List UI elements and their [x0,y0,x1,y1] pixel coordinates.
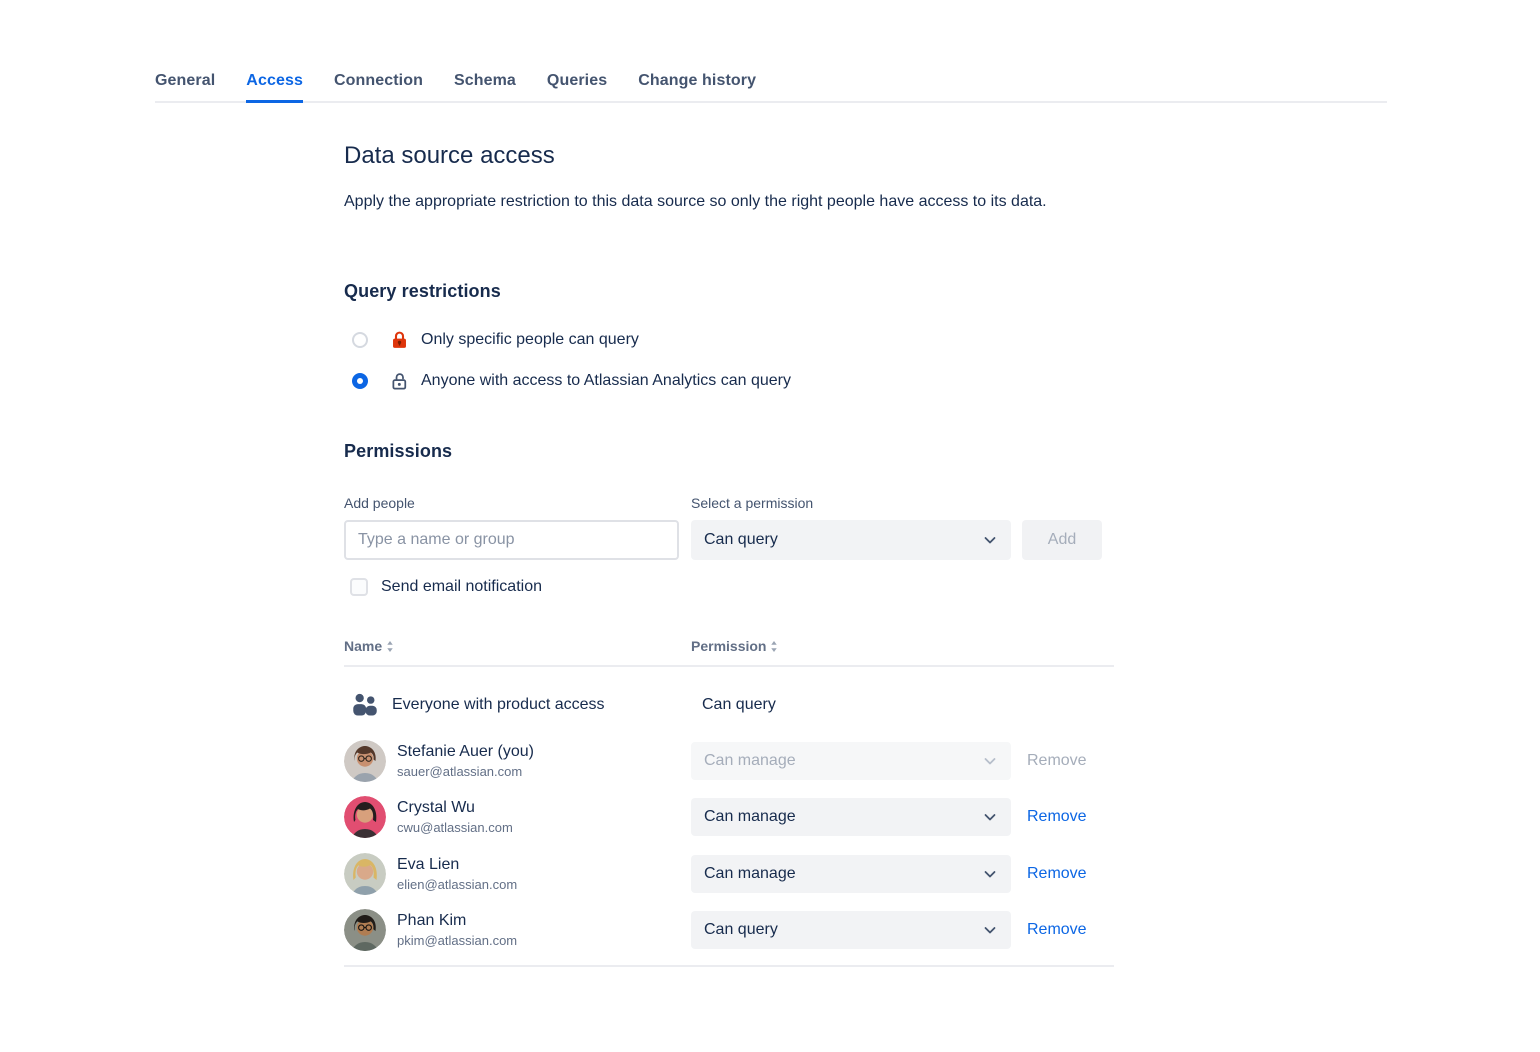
row-permission-select[interactable]: Can manage [691,798,1011,836]
tab-change-history[interactable]: Change history [638,72,756,101]
table-row-member: Phan Kim pkim@atlassian.com Can query Re… [344,908,1114,952]
table-bottom-divider [344,965,1114,967]
add-people-label: Add people [344,495,415,511]
row-permission-value: Can query [704,921,778,939]
column-header-permission-label: Permission [691,638,766,654]
restriction-option-label: Only specific people can query [421,331,639,349]
select-permission-label: Select a permission [691,495,813,511]
chevron-down-icon [982,809,998,825]
sort-icon[interactable] [386,640,394,653]
member-email: pkim@atlassian.com [397,933,517,948]
sort-icon[interactable] [770,640,778,653]
tab-general[interactable]: General [155,72,215,101]
tab-schema[interactable]: Schema [454,72,516,101]
column-header-name[interactable]: Name [344,638,394,654]
row-permission-select[interactable]: Can manage [691,855,1011,893]
tab-connection[interactable]: Connection [334,72,423,101]
row-permission-value: Can manage [704,752,796,770]
row-permission-select[interactable]: Can query [691,911,1011,949]
add-people-input[interactable] [344,520,679,560]
table-header: Name Permission [344,638,1114,667]
settings-tabbar: General Access Connection Schema Queries… [155,72,1387,103]
avatar [344,740,386,782]
member-email: cwu@atlassian.com [397,820,513,835]
chevron-down-icon [982,866,998,882]
radio-unselected[interactable] [352,332,368,348]
send-email-option[interactable]: Send email notification [350,577,542,597]
member-name: Stefanie Auer (you) [397,743,534,761]
restriction-option-specific-people[interactable]: Only specific people can query [352,329,639,351]
member-permission: Can query [702,696,776,714]
page-description: Apply the appropriate restriction to thi… [344,189,1104,214]
radio-selected[interactable] [352,373,368,389]
people-group-icon [349,689,381,721]
column-header-permission[interactable]: Permission [691,638,778,654]
chevron-down-icon [982,753,998,769]
avatar [344,853,386,895]
remove-link[interactable]: Remove [1027,865,1087,883]
chevron-down-icon [982,922,998,938]
row-permission-value: Can manage [704,808,796,826]
remove-link[interactable]: Remove [1027,808,1087,826]
remove-link[interactable]: Remove [1027,921,1087,939]
lock-closed-icon [389,330,410,351]
member-name: Everyone with product access [392,696,605,714]
member-name: Crystal Wu [397,799,513,817]
permission-select[interactable]: Can query [691,520,1011,560]
avatar [344,909,386,951]
row-permission-value: Can manage [704,865,796,883]
permission-select-value: Can query [704,531,778,549]
table-row-member: Crystal Wu cwu@atlassian.com Can manage … [344,795,1114,839]
avatar [344,796,386,838]
send-email-checkbox[interactable] [350,578,368,596]
tab-queries[interactable]: Queries [547,72,607,101]
member-email: sauer@atlassian.com [397,764,534,779]
member-name: Phan Kim [397,912,517,930]
member-name: Eva Lien [397,856,517,874]
table-row-everyone: Everyone with product access Can query [344,678,1114,732]
column-header-name-label: Name [344,638,382,654]
restriction-option-label: Anyone with access to Atlassian Analytic… [421,372,791,390]
tab-access[interactable]: Access [246,72,303,103]
lock-open-icon [389,371,410,392]
member-email: elien@atlassian.com [397,877,517,892]
add-button[interactable]: Add [1022,520,1102,560]
permissions-heading: Permissions [344,441,452,462]
chevron-down-icon [982,532,998,548]
table-row-member: Stefanie Auer (you) sauer@atlassian.com … [344,739,1114,783]
table-row-member: Eva Lien elien@atlassian.com Can manage … [344,852,1114,896]
remove-link: Remove [1027,752,1087,770]
query-restrictions-heading: Query restrictions [344,281,501,302]
restriction-option-anyone[interactable]: Anyone with access to Atlassian Analytic… [352,370,791,392]
page-title: Data source access [344,142,555,170]
send-email-label: Send email notification [381,578,542,596]
row-permission-select: Can manage [691,742,1011,780]
